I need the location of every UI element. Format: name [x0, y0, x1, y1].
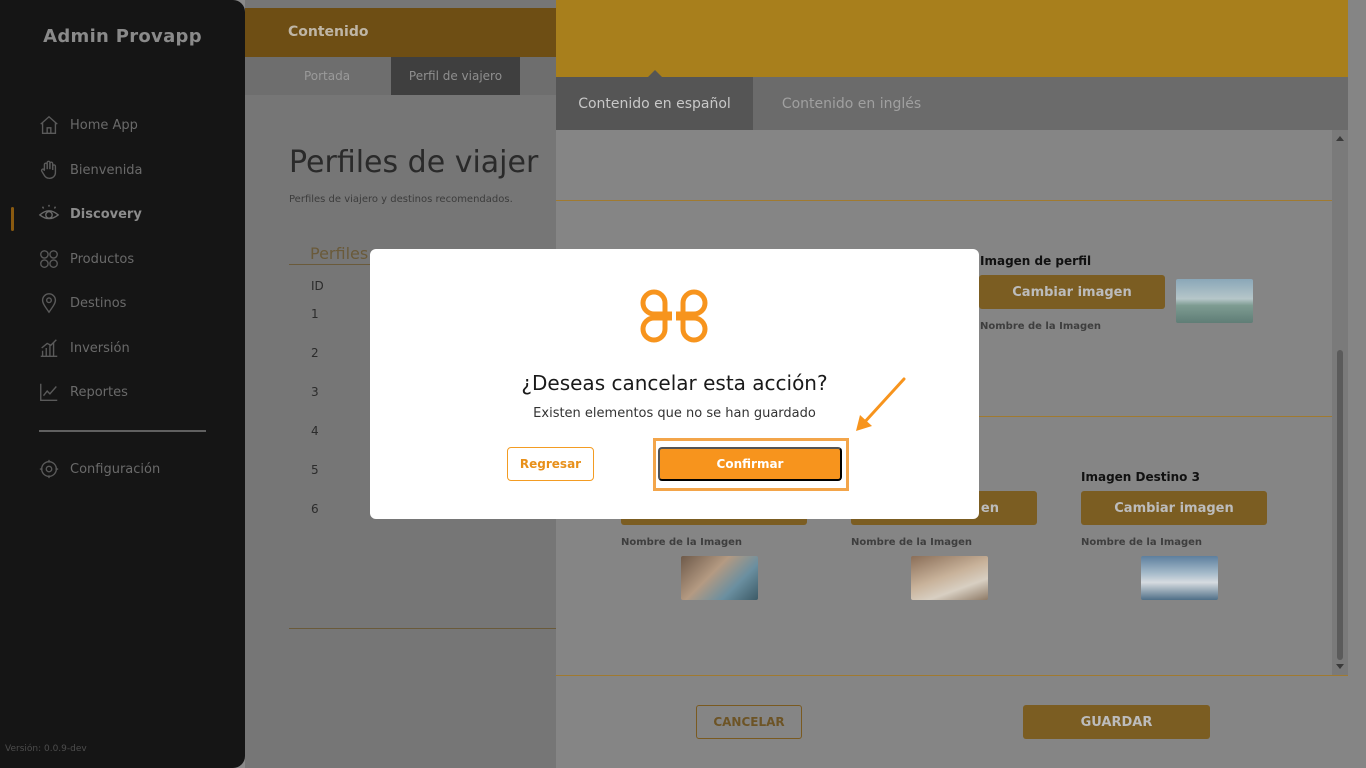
bar-chart-icon — [40, 339, 58, 357]
brand-title: Admin Provapp — [43, 26, 202, 47]
section-divider — [556, 200, 1332, 201]
sidebar-item-label: Configuración — [70, 461, 161, 477]
panel-scrollbar[interactable] — [1332, 130, 1348, 675]
table-row-id: 5 — [311, 463, 319, 477]
panel-header — [556, 0, 1348, 77]
table-row-id: 6 — [311, 502, 319, 516]
grid-icon — [40, 250, 58, 268]
sidebar-divider — [39, 430, 206, 432]
eye-icon — [38, 204, 60, 220]
sidebar-item-discovery[interactable]: Discovery — [38, 201, 142, 227]
change-destino3-image-button[interactable]: Cambiar imagen — [1081, 491, 1267, 525]
table-header-id: ID — [311, 279, 324, 293]
active-indicator — [11, 207, 14, 231]
destino3-image-name-label: Nombre de la Imagen — [1081, 537, 1203, 548]
sidebar-item-label: Home App — [70, 117, 138, 133]
sidebar-item-home-app[interactable]: Home App — [38, 112, 138, 138]
sidebar-item-label: Discovery — [70, 206, 142, 222]
sidebar-item-destinos[interactable]: Destinos — [38, 290, 126, 316]
gear-icon — [39, 459, 59, 479]
content-header-title: Contenido — [288, 24, 369, 40]
profile-image-name-label: Nombre de la Imagen — [980, 321, 1102, 332]
profile-image-label: Imagen de perfil — [980, 254, 1092, 268]
content-header: Contenido — [245, 8, 556, 57]
tab-perfil-de-viajero[interactable]: Perfil de viajero — [391, 57, 520, 95]
destino3-image-label: Imagen Destino 3 — [1081, 470, 1200, 484]
table-bottom-divider — [289, 628, 556, 629]
confirm-button[interactable]: Confirmar — [658, 447, 842, 481]
tab-portada[interactable]: Portada — [275, 57, 379, 95]
hand-wave-icon — [40, 160, 57, 179]
line-chart-icon — [40, 383, 58, 401]
tab-contenido-espanol[interactable]: Contenido en español — [556, 70, 753, 130]
destino1-image-name-label: Nombre de la Imagen — [621, 537, 743, 548]
profile-image-thumbnail — [1176, 279, 1253, 323]
sidebar-item-label: Productos — [70, 251, 135, 267]
page-title: Perfiles de viajer — [289, 145, 539, 180]
map-pin-icon — [41, 293, 57, 314]
home-icon — [40, 115, 58, 134]
cancel-button[interactable]: CANCELAR — [696, 705, 802, 739]
page-subtitle: Perfiles de viajero y destinos recomenda… — [289, 194, 513, 205]
tab-label: Contenido en español — [578, 95, 731, 112]
clover-logo-icon — [640, 289, 708, 343]
sidebar-item-inversion[interactable]: Inversión — [38, 335, 130, 361]
sidebar-item-label: Inversión — [70, 340, 130, 356]
sidebar-item-productos[interactable]: Productos — [38, 246, 134, 272]
sidebar-item-label: Bienvenida — [70, 162, 143, 178]
table-row-id: 2 — [311, 346, 319, 360]
tab-contenido-ingles[interactable]: Contenido en inglés — [753, 77, 950, 130]
table-title: Perfiles — [310, 244, 369, 263]
destino1-image-thumbnail — [681, 556, 758, 600]
destino3-image-thumbnail — [1141, 556, 1218, 600]
scroll-down-icon[interactable] — [1336, 664, 1344, 669]
sidebar-item-label: Destinos — [70, 295, 127, 311]
sidebar-item-configuracion[interactable]: Configuración — [38, 456, 160, 482]
active-tab-caret — [647, 70, 663, 78]
sidebar: Admin Provapp Home App Bienvenida Discov… — [0, 0, 245, 768]
table-row-id: 4 — [311, 424, 319, 438]
destino2-image-name-label: Nombre de la Imagen — [851, 537, 973, 548]
panel-tabs: Contenido en español Contenido en inglés — [556, 70, 1348, 130]
sidebar-item-reportes[interactable]: Reportes — [38, 379, 128, 405]
destino2-image-thumbnail — [911, 556, 988, 600]
sidebar-item-bienvenida[interactable]: Bienvenida — [38, 157, 143, 183]
save-button[interactable]: GUARDAR — [1023, 705, 1210, 739]
table-row-id: 3 — [311, 385, 319, 399]
change-profile-image-button[interactable]: Cambiar imagen — [979, 275, 1165, 309]
version-label: Versión: 0.0.9-dev — [5, 744, 87, 754]
sidebar-item-label: Reportes — [70, 384, 128, 400]
table-row-id: 1 — [311, 307, 319, 321]
footer-divider — [556, 675, 1348, 676]
scroll-up-icon[interactable] — [1336, 136, 1344, 141]
pointer-arrow-icon — [856, 377, 906, 431]
scrollbar-thumb[interactable] — [1337, 350, 1343, 660]
content-subtabs: Portada Perfil de viajero — [245, 57, 556, 95]
back-button[interactable]: Regresar — [507, 447, 594, 481]
